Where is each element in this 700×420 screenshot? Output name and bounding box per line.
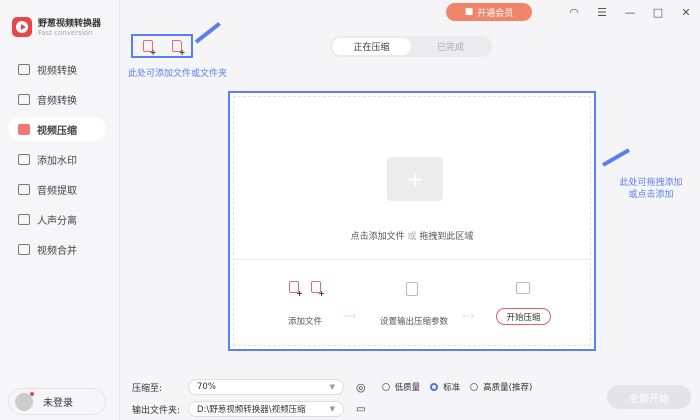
support-icon[interactable]: ◠ [560, 6, 588, 19]
video-icon [18, 63, 30, 75]
status-tabs: 正在压缩 已完成 [330, 36, 492, 57]
app-logo: 野葱视频转换器 Fast conversion [12, 16, 101, 37]
vip-label: 开通会员 [477, 8, 514, 19]
compress-label: 压缩至: [132, 383, 163, 394]
quality-high-radio[interactable]: 高质量(推荐) [470, 381, 532, 393]
start-compress-button[interactable]: 开始压缩 [496, 308, 551, 325]
step-arrow-icon: --› [344, 309, 357, 322]
sidebar-nav: 视频转换 音频转换 视频压缩 添加水印 音频提取 人声分离 视频合并 [8, 57, 106, 267]
sidebar-item-label: 人声分离 [37, 215, 77, 227]
sidebar-item-label: 添加水印 [37, 155, 77, 167]
compress-row: 压缩至: 70% ▼ ◎ 低质量 标准 高质量(推荐) [132, 379, 532, 395]
sidebar-item-label: 音频转换 [37, 95, 77, 107]
sidebar-item-label: 视频压缩 [37, 125, 77, 137]
sidebar-item-video-convert[interactable]: 视频转换 [8, 57, 106, 81]
person-icon [18, 213, 30, 225]
sidebar-item-audio-convert[interactable]: 音频转换 [8, 87, 106, 111]
add-hint: 此处可添加文件或文件夹 [128, 69, 228, 79]
output-label: 输出文件夹: [132, 405, 181, 416]
tab-completed[interactable]: 已完成 [411, 38, 490, 55]
drop-instructions: 点击添加文件 或 拖拽到此区域 [350, 232, 474, 242]
drag-hint: 此处可拖拽添加 或点击添加 [619, 178, 683, 200]
folder-open-icon[interactable]: ▭ [356, 404, 365, 415]
app-name: 野葱视频转换器 [38, 19, 102, 29]
step-add-file: 添加文件 [288, 317, 323, 327]
step-arrow-icon: --› [462, 309, 475, 322]
annotation-arrow [602, 148, 630, 167]
sidebar-item-video-merge[interactable]: 视频合并 [8, 237, 106, 261]
quality-low-radio[interactable]: 低质量 [381, 381, 420, 393]
user-status: 未登录 [43, 398, 73, 409]
gift-icon: ■ [464, 7, 474, 17]
add-folder-icon[interactable] [171, 40, 186, 57]
sidebar-item-audio-extract[interactable]: 音频提取 [8, 177, 106, 201]
start-all-button[interactable]: 全部开始 [607, 385, 691, 409]
merge-icon [18, 243, 30, 255]
vip-button[interactable]: ■ 开通会员 [446, 3, 532, 21]
add-buttons-group [131, 34, 193, 58]
annotation-arrow [194, 21, 221, 44]
sidebar: 野葱视频转换器 Fast conversion 视频转换 音频转换 视频压缩 添加… [0, 0, 120, 420]
sidebar-item-label: 音频提取 [37, 185, 77, 197]
tab-compressing[interactable]: 正在压缩 [332, 38, 411, 55]
folder-add-icon: + [387, 157, 443, 201]
add-file-icon [289, 281, 303, 298]
sidebar-item-video-compress[interactable]: 视频压缩 [8, 117, 106, 141]
output-folder-select[interactable]: D:\野葱视频转换器\视频压缩 ▼ [188, 401, 344, 417]
sidebar-item-vocal-separate[interactable]: 人声分离 [8, 207, 106, 231]
compress-ratio-select[interactable]: 70% ▼ [188, 379, 344, 395]
close-icon[interactable]: ✕ [672, 6, 700, 19]
avatar [15, 391, 34, 411]
microphone-icon [18, 183, 30, 195]
maximize-icon[interactable]: □ [644, 6, 672, 19]
quality-standard-radio[interactable]: 标准 [430, 381, 460, 393]
watermark-icon [18, 153, 30, 165]
add-folder-icon [311, 281, 325, 298]
sidebar-item-label: 视频转换 [37, 65, 77, 77]
step-set-params: 设置输出压缩参数 [380, 317, 449, 327]
add-file-icon[interactable] [142, 40, 157, 57]
user-login-button[interactable]: 未登录 [8, 388, 106, 415]
play-icon [18, 123, 30, 135]
output-row: 输出文件夹: D:\野葱视频转换器\视频压缩 ▼ ▭ [132, 401, 365, 417]
settings-icon[interactable]: ◎ [356, 381, 366, 394]
sidebar-item-label: 视频合并 [37, 245, 77, 257]
menu-icon[interactable]: ☰ [588, 6, 616, 19]
title-bar: ■ 开通会员 ◠ ☰ — □ ✕ [446, 3, 700, 21]
drop-zone[interactable]: + 点击添加文件 或 拖拽到此区域 添加文件 --› 设置输出压缩参数 --› … [228, 91, 596, 351]
speaker-icon [18, 93, 30, 105]
video-play-icon [516, 282, 530, 294]
divider [234, 259, 590, 260]
app-subtitle: Fast conversion [38, 29, 93, 37]
settings-file-icon [406, 282, 418, 296]
play-logo-icon [12, 16, 32, 37]
sidebar-item-watermark[interactable]: 添加水印 [8, 147, 106, 171]
minimize-icon[interactable]: — [616, 6, 644, 19]
